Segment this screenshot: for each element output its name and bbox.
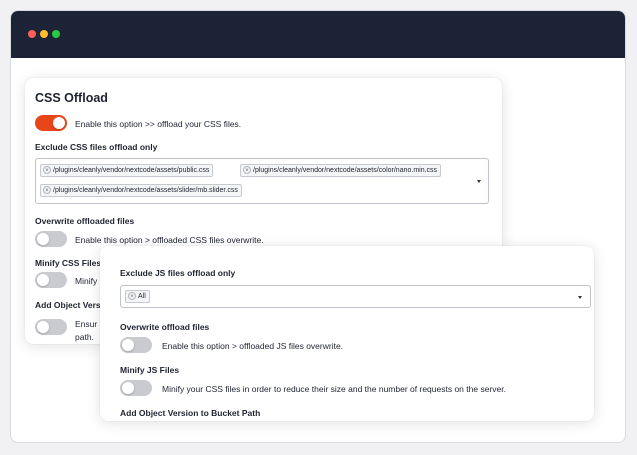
css-minify-label: Minify CSS Files — [35, 258, 102, 268]
css-object-version-text-2: path. — [75, 332, 94, 342]
exclude-tag: ×/plugins/cleanly/vendor/nextcode/assets… — [40, 164, 214, 177]
js-overwrite-text: Enable this option > offloaded JS files … — [162, 341, 344, 351]
exclude-tag: × All — [125, 290, 150, 303]
tag-remove-icon[interactable]: × — [43, 166, 51, 174]
js-overwrite-label: Overwrite offload files — [120, 322, 210, 332]
maximize-window-icon[interactable] — [52, 30, 60, 38]
exclude-tag: ×/plugins/cleanly/vendor/nextcode/assets… — [40, 184, 242, 197]
css-object-version-label: Add Object Versio — [35, 300, 109, 310]
css-object-version-text: Ensur — [75, 319, 98, 329]
css-enable-label: Enable this option >> offload your CSS f… — [75, 119, 242, 129]
css-offload-title: CSS Offload — [35, 91, 108, 105]
js-overwrite-toggle[interactable] — [120, 337, 152, 353]
dropdown-caret-icon[interactable] — [578, 296, 582, 299]
close-window-icon[interactable] — [28, 30, 36, 38]
dropdown-caret-icon[interactable] — [477, 180, 481, 183]
js-minify-text: Minify your CSS files in order to reduce… — [162, 384, 506, 394]
css-overwrite-label: Overwrite offloaded files — [35, 216, 135, 226]
css-object-version-toggle[interactable] — [35, 319, 67, 335]
title-bar — [11, 11, 625, 58]
minimize-window-icon[interactable] — [40, 30, 48, 38]
tag-label: /plugins/cleanly/vendor/nextcode/assets/… — [53, 187, 238, 194]
css-overwrite-text: Enable this option > offloaded CSS files… — [75, 235, 264, 245]
css-exclude-select[interactable]: ×/plugins/cleanly/vendor/nextcode/assets… — [35, 158, 489, 204]
js-exclude-label: Exclude JS files offload only — [120, 268, 236, 278]
css-minify-toggle[interactable] — [35, 272, 67, 288]
tag-remove-icon[interactable]: × — [243, 166, 251, 174]
tag-remove-icon[interactable]: × — [43, 186, 51, 194]
js-object-version-label: Add Object Version to Bucket Path — [120, 408, 261, 418]
js-offload-card: Exclude JS files offload only × All Overw… — [100, 246, 594, 421]
tag-label: /plugins/cleanly/vendor/nextcode/assets/… — [253, 167, 438, 174]
css-overwrite-toggle[interactable] — [35, 231, 67, 247]
css-enable-toggle[interactable] — [35, 115, 67, 131]
tag-label: All — [138, 293, 146, 300]
tag-label: /plugins/cleanly/vendor/nextcode/assets/… — [53, 167, 210, 174]
css-minify-text: Minify — [75, 276, 98, 286]
exclude-tag: ×/plugins/cleanly/vendor/nextcode/assets… — [240, 164, 442, 177]
js-minify-label: Minify JS Files — [120, 365, 180, 375]
js-exclude-select[interactable]: × All — [120, 285, 591, 308]
css-exclude-label: Exclude CSS files offload only — [35, 142, 158, 152]
tag-remove-icon[interactable]: × — [128, 292, 136, 300]
js-minify-toggle[interactable] — [120, 380, 152, 396]
